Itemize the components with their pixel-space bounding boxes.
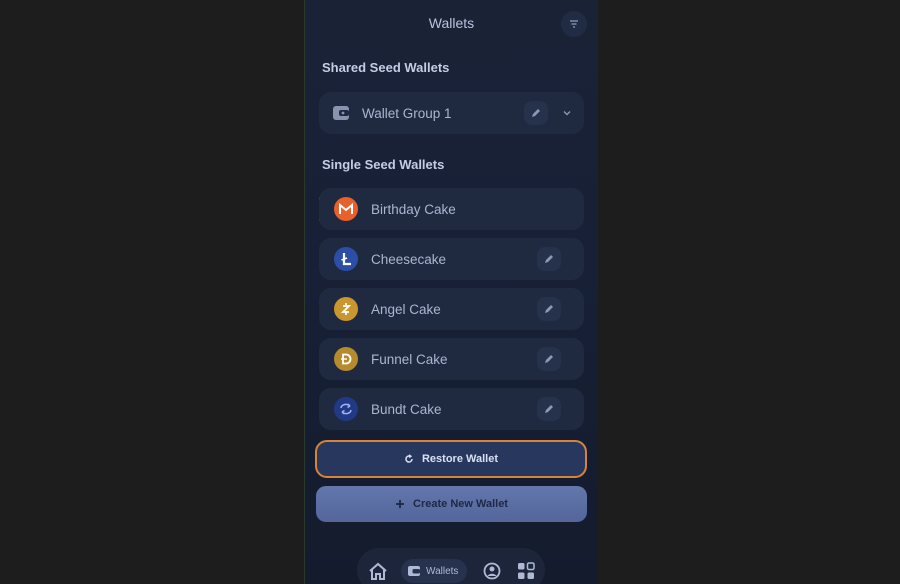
- dogecoin-icon: [334, 347, 358, 371]
- wallet-item-bundt-cake[interactable]: Bundt Cake: [319, 388, 584, 430]
- profile-icon: [483, 562, 501, 580]
- wallet-label: Funnel Cake: [371, 351, 448, 367]
- swap-coin-icon: [334, 397, 358, 421]
- shared-seed-section-title: Shared Seed Wallets: [322, 60, 450, 75]
- nav-apps-button[interactable]: [515, 560, 537, 582]
- wallet-item-funnel-cake[interactable]: Funnel Cake: [319, 338, 584, 380]
- create-new-wallet-button[interactable]: Create New Wallet: [316, 486, 587, 522]
- bottom-navigation: Wallets: [357, 548, 545, 584]
- wallet-label: Angel Cake: [371, 301, 441, 317]
- nav-profile-button[interactable]: [481, 560, 503, 582]
- wallet-group-label: Wallet Group 1: [362, 105, 452, 121]
- nav-wallets-label: Wallets: [426, 565, 459, 577]
- litecoin-icon: [334, 247, 358, 271]
- wallet-group-card[interactable]: Wallet Group 1: [319, 92, 584, 134]
- pencil-icon: [545, 405, 553, 413]
- restore-wallet-label: Restore Wallet: [421, 453, 498, 465]
- nav-wallets-tab[interactable]: Wallets: [401, 559, 467, 583]
- single-seed-section-title: Single Seed Wallets: [322, 157, 445, 172]
- page-title: Wallets: [428, 15, 475, 31]
- wallet-item-birthday-cake[interactable]: Birthday Cake: [319, 188, 584, 230]
- pencil-icon: [532, 109, 540, 117]
- chevron-down-icon: [563, 111, 571, 116]
- wallet-item-angel-cake[interactable]: Angel Cake: [319, 288, 584, 330]
- edit-wallet-button[interactable]: [537, 397, 561, 421]
- wallet-label: Bundt Cake: [371, 401, 442, 417]
- plus-icon: [396, 500, 405, 508]
- wallet-icon: [408, 566, 420, 576]
- restore-icon: [405, 454, 413, 463]
- wallet-label: Birthday Cake: [371, 201, 456, 217]
- edit-wallet-button[interactable]: [537, 347, 561, 371]
- edit-wallet-group-button[interactable]: [524, 101, 548, 125]
- filter-icon: [570, 20, 578, 28]
- monero-icon: [334, 197, 358, 221]
- home-icon: [369, 562, 387, 580]
- expand-wallet-group-button[interactable]: [555, 101, 579, 125]
- create-new-wallet-label: Create New Wallet: [413, 498, 508, 510]
- zcash-icon: [334, 297, 358, 321]
- wallet-item-cheesecake[interactable]: Cheesecake: [319, 238, 584, 280]
- filter-button[interactable]: [561, 11, 587, 37]
- edit-wallet-button[interactable]: [537, 297, 561, 321]
- apps-icon: [518, 562, 535, 579]
- wallet-icon: [333, 106, 349, 120]
- restore-wallet-button[interactable]: Restore Wallet: [315, 440, 587, 478]
- nav-home-button[interactable]: [367, 560, 389, 582]
- wallets-screen: Wallets Shared Seed Wallets Wallet Group…: [304, 0, 598, 584]
- edit-wallet-button[interactable]: [537, 247, 561, 271]
- pencil-icon: [545, 355, 553, 363]
- wallet-label: Cheesecake: [371, 251, 447, 267]
- pencil-icon: [545, 305, 553, 313]
- pencil-icon: [545, 255, 553, 263]
